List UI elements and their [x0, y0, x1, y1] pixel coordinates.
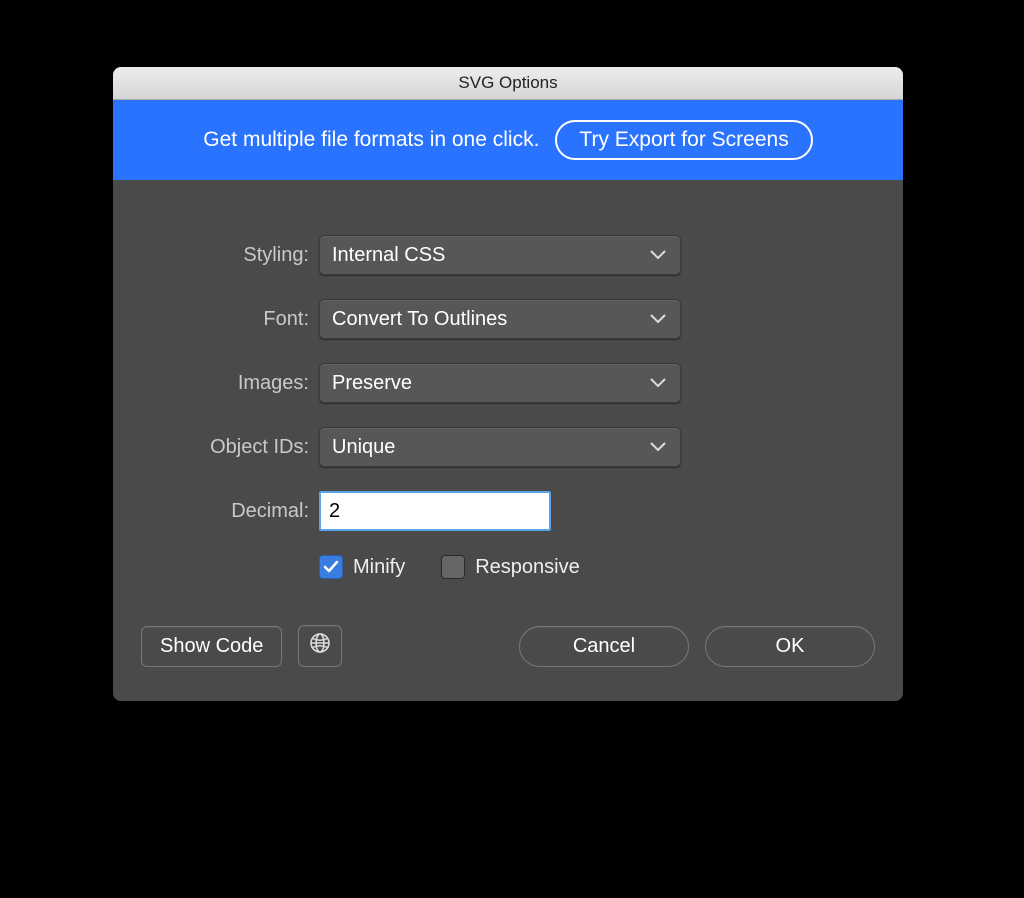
font-label: Font:: [141, 308, 319, 331]
minify-checkbox[interactable]: Minify: [319, 555, 405, 579]
try-export-for-screens-button[interactable]: Try Export for Screens: [555, 120, 812, 160]
styling-dropdown[interactable]: Internal CSS: [319, 235, 681, 275]
decimal-label: Decimal:: [141, 500, 319, 523]
web-preview-button[interactable]: [298, 625, 342, 667]
promo-banner-text: Get multiple file formats in one click.: [203, 128, 539, 152]
object-ids-dropdown[interactable]: Unique: [319, 427, 681, 467]
responsive-label: Responsive: [475, 556, 580, 579]
font-value: Convert To Outlines: [332, 308, 507, 331]
globe-icon: [309, 632, 331, 660]
images-dropdown[interactable]: Preserve: [319, 363, 681, 403]
chevron-down-icon: [650, 378, 666, 388]
font-dropdown[interactable]: Convert To Outlines: [319, 299, 681, 339]
checkbox-unchecked-icon: [441, 555, 465, 579]
minify-label: Minify: [353, 556, 405, 579]
ok-button[interactable]: OK: [705, 626, 875, 667]
styling-label: Styling:: [141, 244, 319, 267]
show-code-button[interactable]: Show Code: [141, 626, 282, 667]
promo-banner: Get multiple file formats in one click. …: [113, 100, 903, 180]
cancel-button[interactable]: Cancel: [519, 626, 689, 667]
images-value: Preserve: [332, 372, 412, 395]
images-label: Images:: [141, 372, 319, 395]
styling-value: Internal CSS: [332, 244, 445, 267]
chevron-down-icon: [650, 442, 666, 452]
object-ids-label: Object IDs:: [141, 436, 319, 459]
decimal-input[interactable]: [319, 491, 551, 531]
dialog-footer: Show Code Cancel OK: [141, 625, 875, 667]
dialog-body: Styling: Internal CSS Font: Convert To O…: [113, 180, 903, 701]
chevron-down-icon: [650, 314, 666, 324]
titlebar[interactable]: SVG Options: [113, 67, 903, 100]
chevron-down-icon: [650, 250, 666, 260]
window-title: SVG Options: [458, 73, 557, 93]
object-ids-value: Unique: [332, 436, 395, 459]
responsive-checkbox[interactable]: Responsive: [441, 555, 580, 579]
svg-options-dialog: SVG Options Get multiple file formats in…: [113, 67, 903, 701]
checkbox-checked-icon: [319, 555, 343, 579]
